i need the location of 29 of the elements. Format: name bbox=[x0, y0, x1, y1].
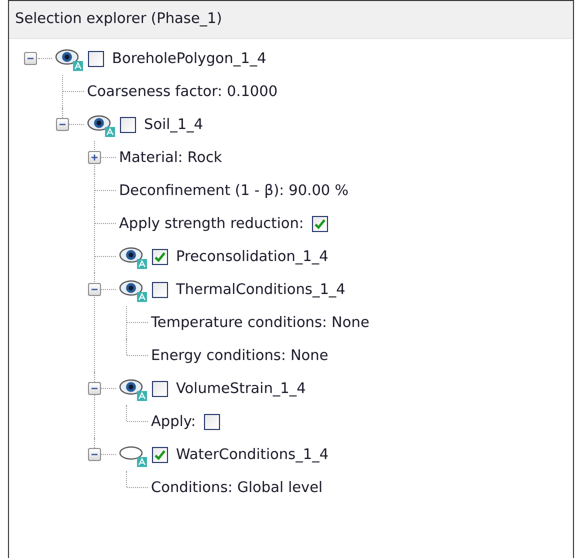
checkbox[interactable] bbox=[152, 248, 168, 264]
tree-item-label[interactable]: Preconsolidation_1_4 bbox=[176, 248, 328, 264]
collapse-icon[interactable] bbox=[88, 382, 101, 395]
property-label: Temperature conditions: None bbox=[151, 314, 370, 330]
collapse-icon[interactable] bbox=[24, 52, 37, 65]
tree-item-label[interactable]: Soil_1_4 bbox=[144, 116, 204, 132]
expand-icon[interactable] bbox=[88, 151, 101, 164]
property-label: Apply: bbox=[151, 414, 196, 430]
checkbox[interactable] bbox=[204, 414, 220, 430]
property-label: Coarseness factor: 0.1000 bbox=[87, 84, 278, 100]
tree-item-label[interactable]: ThermalConditions_1_4 bbox=[176, 282, 346, 298]
property-label: Deconfinement (1 - β): 90.00 % bbox=[119, 182, 349, 198]
tree-item-label[interactable]: BoreholePolygon_1_4 bbox=[112, 50, 266, 66]
collapse-icon[interactable] bbox=[88, 448, 101, 461]
checkbox[interactable] bbox=[312, 216, 328, 232]
tree-item-label[interactable]: WaterConditions_1_4 bbox=[176, 446, 329, 462]
collapse-icon[interactable] bbox=[56, 118, 69, 131]
property-label: Material: Rock bbox=[119, 150, 222, 166]
checkbox[interactable] bbox=[88, 50, 104, 66]
tree-item-label[interactable]: VolumeStrain_1_4 bbox=[176, 380, 306, 396]
checkbox[interactable] bbox=[152, 380, 168, 396]
checkbox[interactable] bbox=[152, 446, 168, 462]
property-label: Apply strength reduction: bbox=[119, 216, 304, 232]
property-label: Conditions: Global level bbox=[151, 480, 323, 496]
collapse-icon[interactable] bbox=[88, 283, 101, 296]
checkbox[interactable] bbox=[120, 116, 136, 132]
property-label: Energy conditions: None bbox=[151, 348, 328, 364]
panel-title: Selection explorer (Phase_1) bbox=[9, 1, 573, 39]
checkbox[interactable] bbox=[152, 282, 168, 298]
